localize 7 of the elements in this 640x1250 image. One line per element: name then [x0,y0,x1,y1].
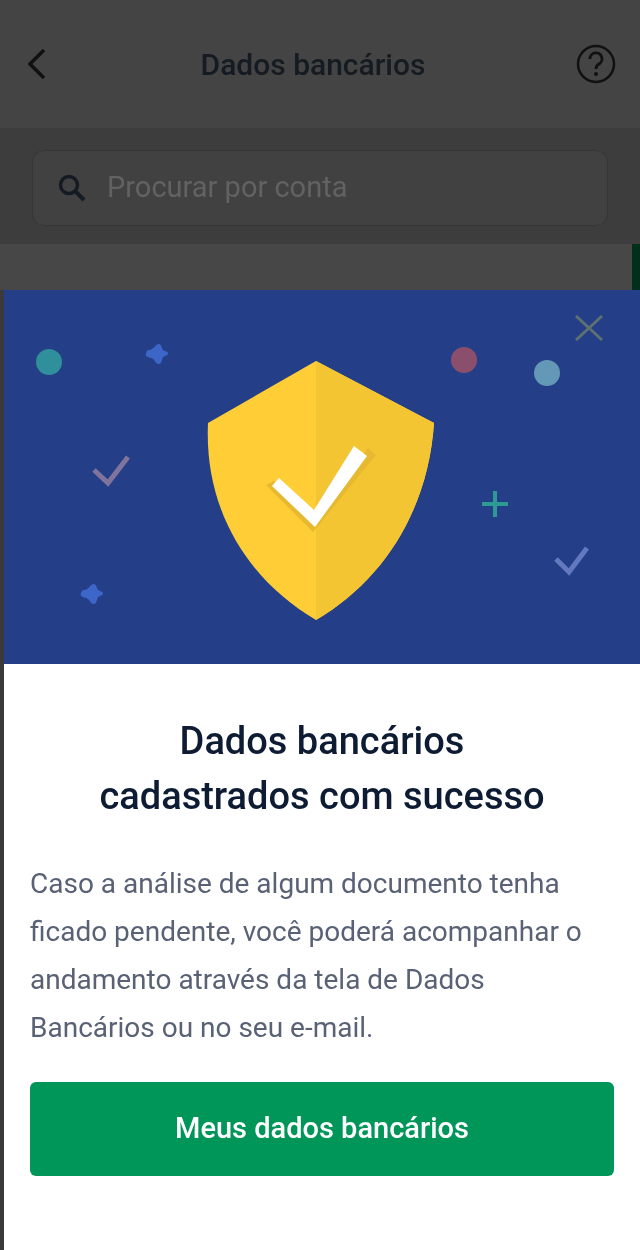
success-message: Caso a análise de algum documento tenha ficado pendente, você poderá acompanhar o andamento através da tela de Dados Bancários ou no seu e-mail. [30,866,583,1046]
shield-check-icon [208,361,434,620]
close-icon[interactable] [574,314,604,342]
my-bank-data-button[interactable]: Meus dados bancários [30,1082,614,1176]
search-icon [57,173,87,203]
success-title: Dados bancários cadastrados com sucesso [98,718,546,820]
help-icon[interactable] [576,44,616,84]
